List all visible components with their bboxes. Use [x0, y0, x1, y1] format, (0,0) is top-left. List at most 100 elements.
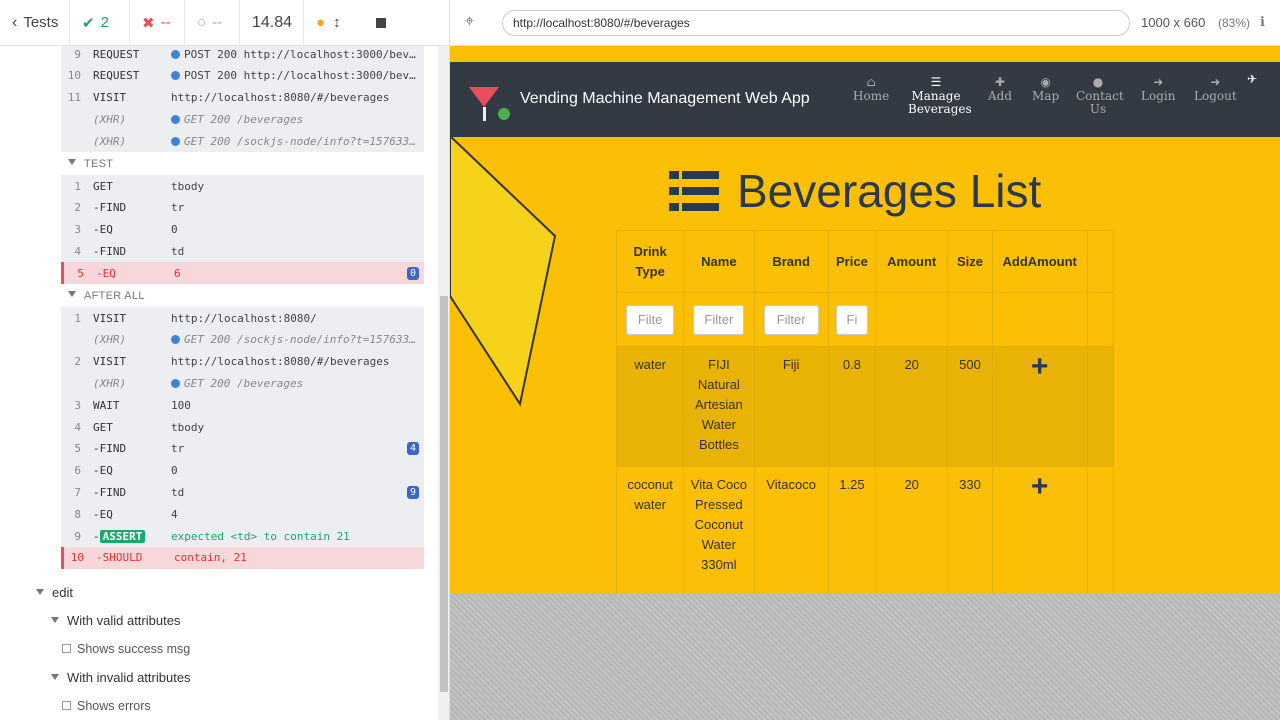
command-message: GET 200 /beverages [171, 113, 303, 126]
test-valid[interactable]: Shows success msg [62, 642, 190, 656]
filter-brand[interactable]: Filter [763, 304, 819, 335]
command-row[interactable]: (XHR) GET 200 /beverages [61, 372, 424, 395]
info-icon[interactable]: ℹ [1260, 14, 1265, 30]
brand-title[interactable]: Vending Machine Management Web App [520, 90, 810, 108]
command-row[interactable]: 10 REQUEST POST 200 http://localhost:3000/… [61, 64, 424, 87]
col-price[interactable]: Price [827, 230, 877, 293]
nav-add[interactable]: ✚ Add [988, 76, 1012, 103]
command-message-text: 4 [171, 507, 178, 521]
filter-name[interactable]: Filter [693, 304, 745, 335]
scroll-arrows-icon: ↕ [333, 14, 341, 31]
xhr-dot-icon [171, 114, 180, 124]
command-name: REQUEST [93, 69, 140, 83]
hook-section[interactable]: TEST [68, 158, 113, 170]
plus-icon: + [1030, 470, 1049, 503]
hook-section[interactable]: AFTER ALL [68, 290, 145, 302]
col-brand[interactable]: Brand [753, 230, 829, 293]
command-message: http://localhost:8080/#/beverages [171, 91, 390, 104]
scrollbar-thumb[interactable] [440, 296, 448, 692]
add-amount-button[interactable]: + [991, 466, 1088, 594]
nav-home[interactable]: ⌂ Home [853, 76, 889, 103]
command-row[interactable]: 2 -FIND tr [61, 196, 424, 219]
command-row[interactable]: 9 - ASSERT expected <td> to contain 21 [61, 525, 424, 547]
command-name: VISIT [93, 311, 127, 325]
command-message-text: contain, 21 [174, 551, 247, 565]
filter-drink-type[interactable]: Filte [626, 304, 675, 335]
command-row[interactable]: (XHR) GET 200 /sockjs-node/info?t=157633… [61, 328, 424, 351]
nav-login-label: Login [1141, 89, 1176, 103]
command-row[interactable]: 1 VISIT http://localhost:8080/ [61, 307, 424, 329]
header-row: Drink Type Name Brand Price Amount Size … [616, 230, 1114, 293]
filter-price[interactable]: Fi [835, 304, 868, 335]
command-row[interactable]: 11 VISIT http://localhost:8080/#/beverages [61, 86, 424, 109]
command-row[interactable]: (XHR) GET 200 /beverages [61, 108, 424, 131]
nav-map[interactable]: ◉ Map [1032, 76, 1059, 103]
command-name: VISIT [93, 91, 127, 105]
auto-scroll-toggle[interactable]: ● ↕ [304, 0, 364, 46]
url-field[interactable]: http://localhost:8080/#/beverages [502, 10, 1130, 36]
nav-contact[interactable]: ● Contact Us [1076, 76, 1124, 116]
status-dot-icon: ● [316, 14, 326, 31]
nav-add-label: Add [988, 89, 1013, 103]
cell-drink-type: coconut water [616, 466, 685, 594]
command-number: 10 [70, 551, 84, 565]
command-number: 6 [74, 464, 81, 478]
command-row[interactable]: 8 -EQ 4 [61, 503, 424, 526]
command-message-text: tr [171, 201, 185, 215]
hook-label: AFTER ALL [84, 290, 145, 302]
selector-playground-icon[interactable]: ⌖ [465, 13, 474, 31]
command-message: POST 200 http://localhost:3000/bev… [171, 69, 416, 82]
command-row[interactable]: (XHR) GET 200 /sockjs-node/info?t=157633… [61, 130, 424, 153]
pending-value: -- [212, 14, 223, 31]
add-amount-button[interactable]: + [991, 346, 1088, 467]
command-row[interactable]: 3 -EQ 0 [61, 218, 424, 241]
command-message-text: 0 [171, 223, 178, 237]
test-invalid[interactable]: Shows errors [62, 699, 151, 713]
stop-button[interactable] [364, 0, 410, 46]
col-size[interactable]: Size [947, 230, 993, 293]
command-message-text: tbody [171, 420, 205, 434]
command-row[interactable]: 3 WAIT 100 [61, 394, 424, 417]
passed-count: ✔ 2 [70, 0, 130, 46]
col-amount[interactable]: Amount [875, 230, 949, 293]
col-drink-type[interactable]: Drink Type [616, 230, 685, 293]
command-name: (XHR) [93, 134, 127, 148]
command-message-text: http://localhost:8080/#/beverages [171, 91, 390, 105]
command-row[interactable]: 5 -EQ 6 0 [61, 262, 424, 285]
command-row[interactable]: 1 GET tbody [61, 175, 424, 197]
col-addamount[interactable]: AddAmount [991, 230, 1088, 293]
col-name[interactable]: Name [683, 230, 755, 293]
command-number: 7 [74, 485, 81, 499]
command-message: td [171, 486, 184, 499]
command-row[interactable]: 6 -EQ 0 [61, 459, 424, 482]
command-name: - ASSERT [93, 529, 146, 543]
tree-label: Shows success msg [77, 641, 191, 656]
suite-invalid[interactable]: With invalid attributes [51, 670, 191, 685]
tests-button[interactable]: ‹ Tests [0, 0, 70, 46]
nav-manage-beverages[interactable]: ☰ Manage Beverages [908, 76, 972, 116]
spec-edit[interactable]: edit [36, 585, 73, 600]
nav-logout[interactable]: ➜ Logout [1194, 76, 1237, 103]
command-log-panel: ‹ Tests ✔ 2 ✖ -- ○ -- 14.84 ● ↕ 9 REQUEST POST … [0, 0, 450, 720]
nav-map-label: Map [1032, 89, 1060, 103]
checkbox-icon [62, 700, 71, 710]
command-row[interactable]: 2 VISIT http://localhost:8080/#/beverages [61, 350, 424, 373]
tree-label: With invalid attributes [67, 669, 191, 685]
command-row[interactable]: 4 GET tbody [61, 416, 424, 438]
nav-login[interactable]: ➜ Login [1141, 76, 1175, 103]
command-number: 2 [74, 355, 81, 369]
command-row[interactable]: 5 -FIND tr 4 [61, 437, 424, 460]
cell-price: 0.8 [827, 346, 877, 467]
command-name: -EQ [93, 223, 113, 237]
cell-drink-type: water [616, 346, 685, 467]
command-row[interactable]: 10 -SHOULD contain, 21 [61, 546, 424, 569]
cell-brand: Fiji [753, 346, 829, 467]
scrollbar[interactable] [438, 46, 449, 720]
suite-valid[interactable]: With valid attributes [51, 613, 180, 628]
command-row[interactable]: 7 -FIND td 9 [61, 481, 424, 504]
command-name: (XHR) [93, 333, 127, 347]
command-row[interactable]: 9 REQUEST POST 200 http://localhost:3000/b… [61, 46, 424, 65]
nav-logout-label: Logout [1194, 89, 1237, 103]
command-message: 0 [171, 223, 178, 236]
command-row[interactable]: 4 -FIND td [61, 240, 424, 263]
